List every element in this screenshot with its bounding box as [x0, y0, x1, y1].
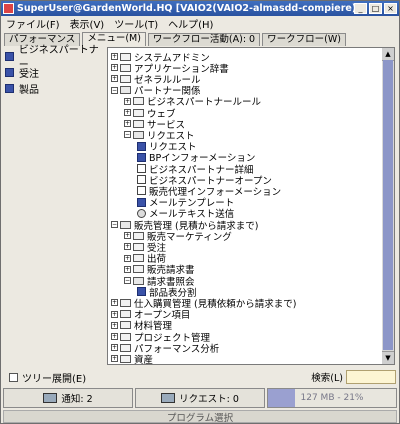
- tab-workflow-activity[interactable]: ワークフロー活動(A): 0: [147, 33, 261, 46]
- favorite-label: 製品: [19, 84, 39, 96]
- window-icon: [5, 83, 14, 93]
- collapse-icon[interactable]: −: [124, 277, 131, 285]
- expand-icon[interactable]: +: [111, 53, 118, 61]
- expand-icon[interactable]: +: [111, 321, 118, 329]
- report-icon: [137, 164, 146, 174]
- expand-icon[interactable]: +: [124, 109, 131, 117]
- tree-node[interactable]: + 資産: [111, 353, 153, 364]
- scroll-thumb[interactable]: [383, 60, 393, 350]
- expand-icon[interactable]: +: [111, 299, 118, 307]
- folder-icon: [120, 343, 131, 352]
- window-icon: [137, 152, 146, 162]
- folder-icon: [120, 220, 131, 229]
- status-bar: 通知: 2 リクエスト: 0 127 MB - 21%: [3, 388, 397, 408]
- collapse-icon[interactable]: −: [111, 86, 118, 94]
- expand-icon[interactable]: +: [124, 232, 131, 240]
- folder-icon: [133, 242, 144, 251]
- folder-icon: [120, 52, 131, 61]
- scroll-down-icon[interactable]: ▼: [382, 351, 394, 364]
- window-title: SuperUser@GardenWorld.HQ [VAIO2(VAIO2-al…: [17, 3, 354, 14]
- memory-label: 127 MB - 21%: [300, 393, 364, 403]
- status-message: プログラム選択: [3, 410, 397, 424]
- favorites-list: ビジネスパートナー 受注 製品: [5, 45, 105, 366]
- menu-tree[interactable]: ▲ ▼ + システムアドミン + アプリケーション辞書 + ゼネラルルール − パートナー関係…: [107, 47, 395, 365]
- window-icon: [5, 51, 14, 61]
- window-icon: [137, 287, 146, 297]
- tree-node[interactable]: + ビジネスパートナールール: [124, 96, 261, 108]
- folder-icon: [133, 108, 144, 117]
- process-icon: [137, 208, 146, 218]
- expand-icon[interactable]: +: [111, 355, 118, 363]
- monitor-icon: [43, 393, 58, 403]
- folder-icon: [120, 74, 131, 83]
- folder-icon: [120, 321, 131, 330]
- title-bar: SuperUser@GardenWorld.HQ [VAIO2(VAIO2-al…: [1, 1, 399, 16]
- menu-file[interactable]: ファイル(F): [1, 16, 65, 31]
- collapse-icon[interactable]: −: [124, 131, 131, 139]
- monitor-icon: [161, 393, 176, 403]
- search-label: 検索(L): [311, 373, 343, 384]
- search-input[interactable]: [346, 370, 396, 384]
- expand-tree-checkbox[interactable]: [9, 372, 18, 382]
- collapse-icon[interactable]: −: [111, 221, 118, 229]
- app-icon: [3, 3, 14, 14]
- folder-icon: [120, 332, 131, 341]
- favorite-item[interactable]: ビジネスパートナー: [5, 45, 105, 71]
- folder-icon: [133, 276, 144, 285]
- tree-options-row: ツリー展開(E) 検索(L): [1, 370, 399, 385]
- menu-help[interactable]: ヘルプ(H): [163, 16, 218, 31]
- menu-view[interactable]: 表示(V): [65, 16, 110, 31]
- menu-bar: ファイル(F) 表示(V) ツール(T) ヘルプ(H): [1, 16, 399, 31]
- request-button[interactable]: リクエスト: 0: [135, 388, 265, 408]
- folder-icon: [120, 298, 131, 307]
- window-icon: [137, 141, 146, 151]
- folder-icon: [120, 354, 131, 363]
- request-label: リクエスト: 0: [179, 394, 239, 405]
- expand-icon[interactable]: +: [111, 64, 118, 72]
- expand-icon[interactable]: +: [111, 344, 118, 352]
- folder-icon: [133, 119, 144, 128]
- folder-icon: [133, 130, 144, 139]
- folder-icon: [133, 254, 144, 263]
- report-icon: [137, 186, 146, 196]
- close-button[interactable]: ×: [384, 3, 397, 14]
- folder-icon: [120, 86, 131, 95]
- folder-icon: [133, 97, 144, 106]
- expand-icon[interactable]: +: [124, 97, 131, 105]
- window-icon: [137, 197, 146, 207]
- minimize-button[interactable]: _: [354, 3, 367, 14]
- tree-node[interactable]: + 販売マーケティング: [124, 230, 232, 243]
- window-icon: [5, 67, 14, 77]
- menu-tools[interactable]: ツール(T): [109, 16, 163, 31]
- expand-icon[interactable]: +: [124, 120, 131, 128]
- expand-icon[interactable]: +: [124, 265, 131, 273]
- expand-icon[interactable]: +: [111, 75, 118, 83]
- expand-icon[interactable]: +: [111, 333, 118, 341]
- expand-icon[interactable]: +: [111, 310, 118, 318]
- tab-workflow[interactable]: ワークフロー(W): [262, 33, 346, 46]
- vertical-scrollbar[interactable]: ▲ ▼: [382, 48, 394, 364]
- maximize-button[interactable]: □: [369, 3, 382, 14]
- favorite-label: 受注: [19, 68, 39, 80]
- expand-tree-label: ツリー展開(E): [22, 373, 87, 385]
- folder-icon: [133, 265, 144, 274]
- folder-icon: [120, 63, 131, 72]
- notice-label: 通知: 2: [61, 394, 93, 405]
- favorite-item[interactable]: 製品: [5, 80, 105, 96]
- tree-node[interactable]: + パフォーマンス分析: [111, 342, 219, 355]
- report-icon: [137, 175, 146, 185]
- expand-icon[interactable]: +: [124, 243, 131, 251]
- folder-icon: [133, 231, 144, 240]
- expand-icon[interactable]: +: [124, 254, 131, 262]
- folder-icon: [120, 310, 131, 319]
- memory-indicator[interactable]: 127 MB - 21%: [267, 388, 397, 408]
- main-window: SuperUser@GardenWorld.HQ [VAIO2(VAIO2-al…: [0, 0, 400, 424]
- notice-button[interactable]: 通知: 2: [3, 388, 133, 408]
- tree-node-label: 資産: [134, 354, 154, 365]
- memory-fill: [268, 389, 295, 407]
